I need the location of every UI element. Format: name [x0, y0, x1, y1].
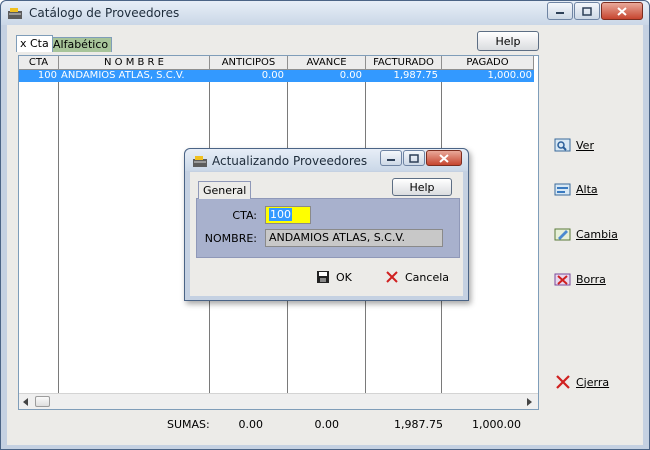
total-pagado: 1,000.00: [472, 418, 521, 431]
view-icon: [554, 138, 571, 152]
action-alta-label: Alta: [576, 182, 598, 196]
nombre-field[interactable]: ANDAMIOS ATLAS, S.C.V.: [265, 229, 443, 247]
tab-general[interactable]: General: [198, 181, 252, 199]
cell-pagado: 1,000.00: [487, 70, 532, 81]
column-header-pagado[interactable]: PAGADO: [442, 56, 534, 70]
cancel-label: Cancela: [405, 270, 450, 284]
cta-value: 100: [269, 208, 292, 221]
close-x-icon: [556, 375, 570, 389]
action-cjerra-button[interactable]: Cjerra: [554, 374, 609, 390]
action-ver-label: Ver: [576, 138, 594, 152]
app-icon: [8, 8, 22, 19]
minimize-icon: [387, 159, 395, 161]
delete-icon: [554, 273, 571, 286]
close-button[interactable]: [601, 2, 643, 20]
dialog-client-area: General Help CTA: 100 NOMBRE: ANDAMIOS A…: [190, 172, 463, 296]
column-header-nombre[interactable]: N O M B R E: [59, 56, 210, 70]
scroll-right-icon[interactable]: [527, 398, 533, 406]
save-disk-icon: [317, 271, 329, 283]
maximize-icon: [409, 153, 419, 163]
action-ver-button[interactable]: Ver: [554, 137, 594, 153]
total-facturado: 1,987.75: [394, 418, 443, 431]
action-borra-button[interactable]: Borra: [554, 271, 606, 287]
cta-label: CTA:: [232, 209, 257, 222]
nombre-label: NOMBRE:: [204, 232, 257, 245]
general-panel: CTA: 100 NOMBRE: ANDAMIOS ATLAS, S.C.V.: [196, 198, 460, 258]
cell-anticipos: 0.00: [261, 70, 284, 81]
minimize-button[interactable]: [547, 2, 573, 20]
cell-avance: 0.00: [339, 70, 362, 81]
column-header-facturado[interactable]: FACTURADO: [366, 56, 442, 70]
dialog-title: Actualizando Proveedores: [212, 154, 368, 168]
scroll-left-icon[interactable]: [23, 398, 29, 406]
dialog-title-bar[interactable]: Actualizando Proveedores: [185, 149, 468, 171]
tab-alfabetico[interactable]: Alfabético: [49, 37, 113, 52]
cancel-x-icon: [386, 271, 398, 283]
scroll-thumb[interactable]: [35, 396, 50, 407]
close-icon: [617, 6, 627, 16]
dialog-maximize-button[interactable]: [403, 150, 425, 166]
column-header-cta[interactable]: CTA: [19, 56, 59, 70]
close-icon: [439, 153, 449, 163]
dialog-help-button[interactable]: Help: [392, 178, 452, 196]
tab-x-cta[interactable]: x Cta: [16, 35, 53, 52]
column-divider: [58, 70, 59, 396]
action-alta-button[interactable]: Alta: [554, 181, 598, 197]
ok-button[interactable]: OK: [316, 270, 352, 284]
total-avance: 0.00: [314, 418, 340, 431]
cancel-button[interactable]: Cancela: [385, 270, 449, 284]
ok-label: OK: [336, 270, 352, 284]
cell-facturado: 1,987.75: [393, 70, 438, 81]
minimize-icon: [556, 12, 564, 14]
column-header-avance[interactable]: AVANCE: [288, 56, 366, 70]
action-cambia-button[interactable]: Cambia: [554, 226, 618, 242]
action-cambia-label: Cambia: [576, 227, 618, 241]
cta-field[interactable]: 100: [265, 206, 311, 224]
total-anticipos: 0.00: [238, 418, 264, 431]
maximize-icon: [582, 6, 592, 16]
title-bar[interactable]: Catálogo de Proveedores: [1, 1, 649, 25]
maximize-button[interactable]: [574, 2, 600, 20]
dialog-app-icon: [193, 156, 207, 167]
cell-nombre: ANDAMIOS ATLAS, S.C.V.: [61, 70, 185, 81]
update-suppliers-dialog: Actualizando Proveedores General Help CT…: [184, 148, 469, 301]
dialog-minimize-button[interactable]: [380, 150, 402, 166]
column-header-anticipos[interactable]: ANTICIPOS: [210, 56, 288, 70]
dialog-close-button[interactable]: [426, 150, 462, 166]
action-cjerra-label: Cjerra: [576, 375, 610, 389]
edit-icon: [554, 228, 571, 241]
help-button[interactable]: Help: [477, 31, 539, 51]
action-borra-label: Borra: [576, 272, 606, 286]
window-title: Catálogo de Proveedores: [29, 6, 180, 20]
horizontal-scrollbar[interactable]: [19, 393, 538, 409]
cell-cta: 100: [37, 70, 57, 81]
add-icon: [554, 183, 571, 196]
